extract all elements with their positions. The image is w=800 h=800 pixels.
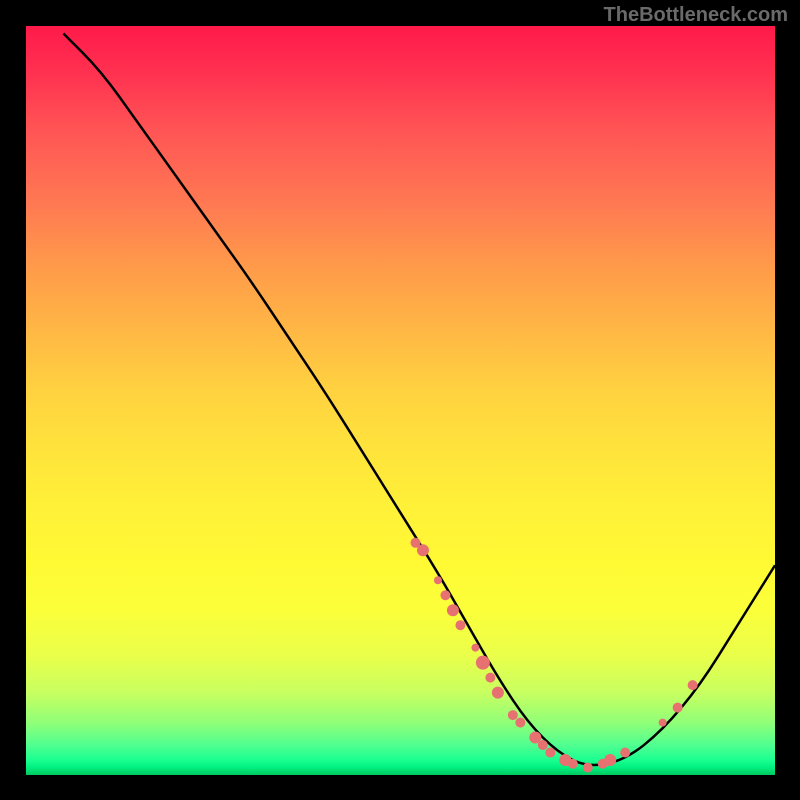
chart-container: TheBottleneck.com (0, 0, 800, 800)
watermark-text: TheBottleneck.com (604, 4, 788, 27)
gradient-background (26, 26, 775, 775)
